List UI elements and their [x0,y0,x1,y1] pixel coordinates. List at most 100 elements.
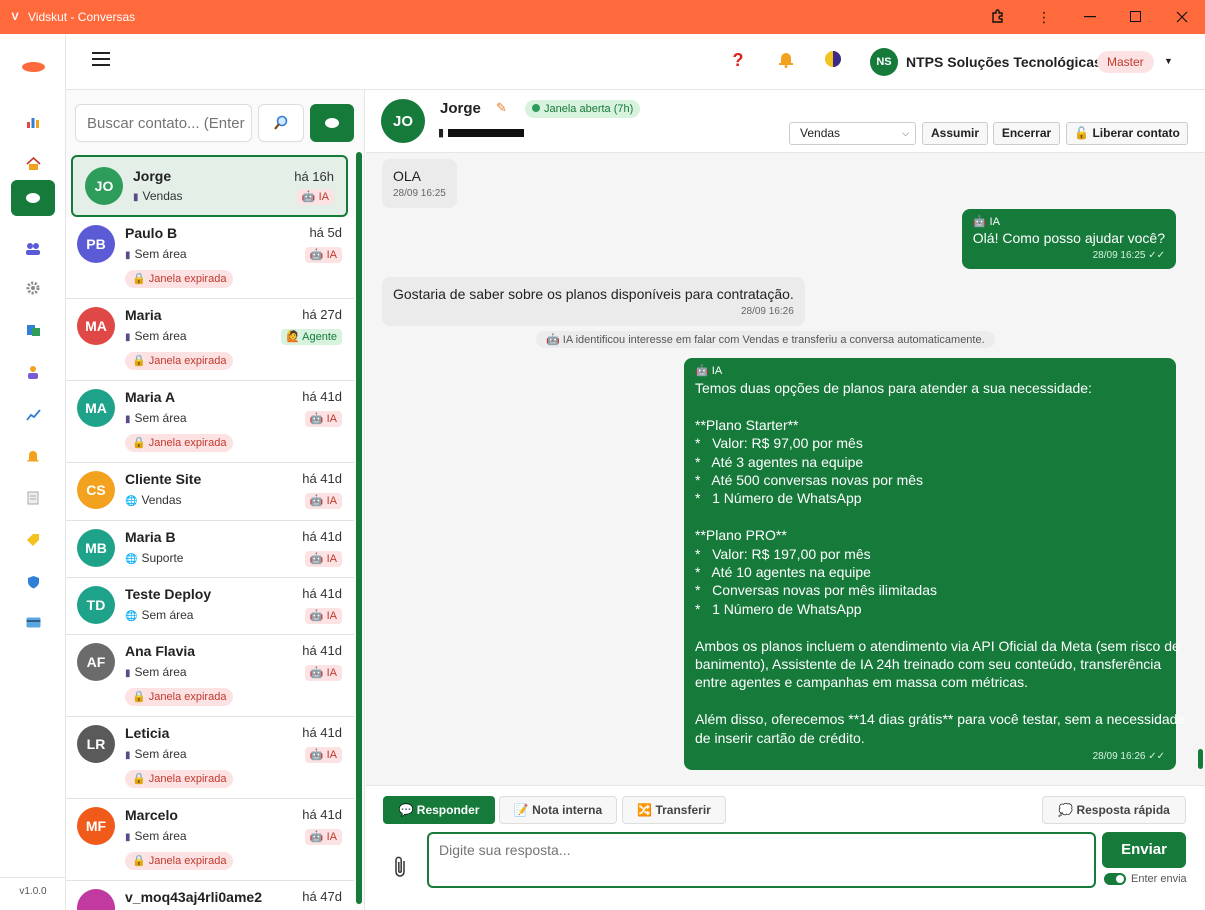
enter-sends-toggle[interactable] [1104,873,1126,885]
billing-card-icon[interactable] [11,604,55,640]
contact-handler-label: IA [326,249,337,261]
chat-contact-avatar: JO [381,99,425,143]
contact-item[interactable]: MF Marcelo ▮ Sem área há 41d 🤖 IA 🔒 Janela exp… [66,799,354,881]
contacts-users-icon[interactable] [11,230,55,266]
org-name[interactable]: NTPS Soluções Tecnológicas [906,54,1102,70]
quick-reply-button[interactable]: 💭 Resposta rápida [1042,796,1186,824]
notifications-bell-icon[interactable] [11,438,55,474]
search-button[interactable] [258,104,304,142]
contact-item[interactable]: v_moq43aj4rli0ame2 há 47d [66,881,354,910]
contact-item[interactable]: LR Leticia ▮ Sem área há 41d 🤖 IA 🔒 Janela exp… [66,717,354,799]
security-shield-icon[interactable] [11,564,55,600]
settings-gear-icon[interactable] [11,270,55,306]
minimize-button[interactable] [1067,0,1113,34]
tab-note-label: Nota interna [532,803,603,817]
quick-reply-label: Resposta rápida [1076,803,1170,817]
close-button[interactable] [1159,0,1205,34]
message-scrollbar[interactable] [1198,749,1203,769]
contact-avatar: MA [77,307,115,345]
contact-handler-label: IA [326,831,337,843]
more-options-icon[interactable]: ⋮ [1021,0,1067,34]
contact-area: ▮ Sem área [125,329,187,343]
edit-contact-pencil-icon[interactable]: ✎ [496,100,507,116]
notifications-bell-icon[interactable] [774,50,798,73]
close-conversation-button[interactable]: Encerrar [993,122,1060,145]
message-text: Olá! Como posso ajudar você? [972,230,1165,246]
message-incoming: OLA 28/09 16:25 [382,159,457,208]
message-text: Gostaria de saber sobre os planos dispon… [393,286,794,302]
reply-textarea[interactable] [427,832,1096,888]
conversations-chat-icon[interactable] [11,180,55,216]
tab-internal-note[interactable]: 📝 Nota interna [499,796,617,824]
help-icon[interactable]: ? [726,50,750,71]
window-expired-badge: 🔒 Janela expirada [125,270,234,288]
message-line: * Valor: R$ 197,00 por mês [695,545,871,562]
contact-item[interactable]: MA Maria ▮ Sem área há 27d 🙋 Agente 🔒 Janela e… [66,299,354,381]
assume-button[interactable]: Assumir [922,122,988,145]
contact-handler-label: IA [326,667,337,679]
contact-area-label: Sem área [141,608,194,622]
campaigns-icon[interactable] [11,312,55,348]
contact-list-scrollbar[interactable] [356,152,362,904]
window-expired-label: Janela expirada [148,691,227,703]
contact-last-activity: há 16h [294,169,334,184]
sender-label: IA [711,365,723,377]
contact-avatar: MA [77,389,115,427]
agents-person-icon[interactable] [11,354,55,390]
contact-item[interactable]: CS Cliente Site 🌐 Vendas há 41d 🤖 IA [66,463,354,521]
dashboard-chart-icon[interactable] [11,104,55,140]
analytics-icon[interactable] [11,396,55,432]
paperclip-icon[interactable] [394,856,408,884]
department-select[interactable]: Vendas ⌵ [789,122,916,145]
window-expired-badge: 🔒 Janela expirada [125,770,234,788]
tags-icon[interactable] [11,522,55,558]
contact-area-label: Suporte [141,551,184,565]
contact-item[interactable]: MB Maria B 🌐 Suporte há 41d 🤖 IA [66,521,354,578]
message-line [695,692,1165,710]
contact-area-label: Sem área [134,747,187,761]
tab-transfer[interactable]: 🔀 Transferir [622,796,726,824]
message-time: 28/09 16:25 [393,188,446,199]
app-logo-icon: V [11,11,19,23]
hamburger-menu-icon[interactable] [92,52,110,66]
read-check-icon: ✓✓ [1148,250,1165,261]
window-expired-badge: 🔒 Janela expirada [125,434,234,452]
contact-item[interactable]: JO Jorge ▮ Vendas há 16h 🤖 IA [71,155,348,217]
department-select-value: Vendas [800,126,841,140]
contact-area-label: Sem área [134,829,187,843]
contact-area: 🌐 Suporte [125,551,183,565]
message-time: 28/09 16:26 [740,306,794,317]
enter-sends-label: Enter envia [1131,873,1187,885]
contact-item[interactable]: TD Teste Deploy 🌐 Sem área há 41d 🤖 IA [66,578,354,635]
contact-item[interactable]: AF Ana Flavia ▮ Sem área há 41d 🤖 IA 🔒 Janela … [66,635,354,717]
message-line: Ambos os planos incluem o atendimento vi… [695,637,1180,654]
transfer-icon: 🔀 [637,803,653,817]
chat-contact-name: Jorge [440,100,481,117]
message-line [695,618,1165,636]
new-conversation-button[interactable] [310,104,354,142]
message-sender: 🤖 IA [973,215,1165,228]
contact-area-label: Sem área [134,411,187,425]
contact-search-input[interactable] [75,104,252,142]
send-button[interactable]: Enviar [1102,832,1186,868]
chevron-down-icon: ⌵ [902,128,909,138]
account-dropdown-icon[interactable]: ▼ [1164,56,1173,66]
home-icon[interactable] [11,146,55,182]
contact-avatar: TD [77,586,115,624]
extension-icon[interactable] [975,0,1021,34]
tab-reply[interactable]: 💬 Responder [383,796,495,824]
contact-item[interactable]: MA Maria A ▮ Sem área há 41d 🤖 IA 🔒 Janela exp… [66,381,354,463]
contact-name: Leticia [125,725,170,741]
contact-item[interactable]: PB Paulo B ▮ Sem área há 5d 🤖 IA 🔒 Janela expi… [66,217,354,299]
release-contact-button[interactable]: 🔓 Liberar contato [1066,122,1188,145]
documents-icon[interactable] [11,480,55,516]
org-avatar[interactable]: NS [870,48,898,76]
robot-icon: 🤖 [546,334,560,346]
theme-toggle-icon[interactable] [821,50,845,73]
window-expired-label: Janela expirada [148,773,227,785]
window-status-badge: Janela aberta (7h) [525,100,641,118]
sender-label: IA [989,216,1000,228]
message-line: * Até 500 conversas novas por mês [695,472,924,489]
maximize-button[interactable] [1113,0,1159,34]
contact-area: 🌐 Sem área [125,608,193,622]
